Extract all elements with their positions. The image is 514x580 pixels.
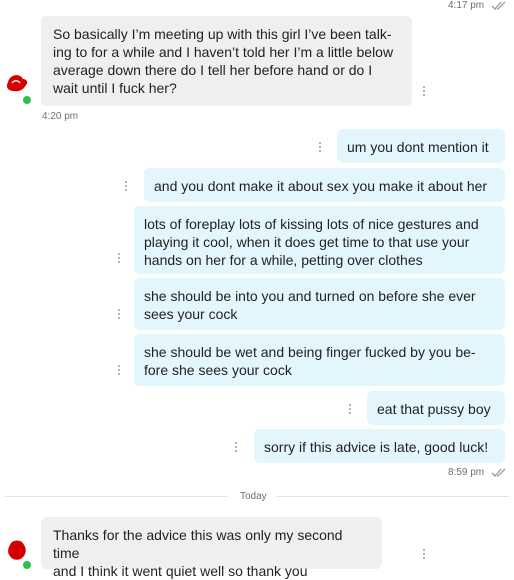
incoming-message-bubble[interactable]: So basically I’m meeting up with this gi… <box>41 16 412 106</box>
kebab-menu-icon[interactable] <box>114 251 124 265</box>
message-line: she should be wet and being finger fucke… <box>144 344 476 360</box>
message-text: and you dont make it about sex you make … <box>154 178 488 194</box>
message-line: Thanks for the advice this was only my s… <box>53 527 343 561</box>
divider-line-right <box>276 496 509 497</box>
outgoing-message-bubble[interactable]: she should be wet and being finger fucke… <box>134 334 505 386</box>
message-line: So basically I’m meeting up with this gi… <box>53 26 392 42</box>
kebab-menu-icon[interactable] <box>231 440 241 454</box>
message-line: sees your cock <box>144 306 238 322</box>
message-line: playing it cool, when it does get time t… <box>144 234 470 250</box>
online-dot-icon <box>21 559 33 571</box>
incoming-timestamp: 4:20 pm <box>42 111 79 122</box>
message-line: she should be into you and turned on bef… <box>144 288 476 304</box>
outgoing-message-bubble[interactable]: eat that pussy boy <box>367 391 505 425</box>
kebab-menu-icon[interactable] <box>419 547 429 561</box>
message-line: average down there do I tell her before … <box>53 62 373 78</box>
kebab-menu-icon[interactable] <box>114 363 124 377</box>
online-dot-icon <box>21 94 33 106</box>
message-line: hands on her for a while, petting over c… <box>144 252 423 268</box>
kebab-menu-icon[interactable] <box>114 307 124 321</box>
message-line: ing to for a while and I haven’t told he… <box>53 44 394 60</box>
message-text: sorry if this advice is late, good luck! <box>264 439 489 455</box>
read-check-icon <box>491 468 506 477</box>
outgoing-message-bubble[interactable]: lots of foreplay lots of kissing lots of… <box>134 206 505 274</box>
outgoing-timestamp: 8:59 pm <box>448 467 507 478</box>
message-line: lots of foreplay lots of kissing lots of… <box>144 216 479 232</box>
divider-line-left <box>5 496 228 497</box>
date-divider: Today <box>240 491 267 502</box>
message-line: and I think it went quiet well so thank … <box>53 563 308 579</box>
message-text: eat that pussy boy <box>377 401 491 417</box>
outgoing-message-bubble[interactable]: um you dont mention it <box>337 129 505 163</box>
kebab-menu-icon[interactable] <box>419 84 429 98</box>
outgoing-message-bubble[interactable]: she should be into you and turned on bef… <box>134 278 505 330</box>
message-text: um you dont mention it <box>347 139 489 155</box>
kebab-menu-icon[interactable] <box>315 140 325 154</box>
read-check-icon <box>491 1 506 10</box>
incoming-message-bubble[interactable]: Thanks for the advice this was only my s… <box>41 517 382 579</box>
timestamp-text: 8:59 pm <box>448 467 485 478</box>
message-line: wait until I fuck her? <box>53 80 177 96</box>
kebab-menu-icon[interactable] <box>345 402 355 416</box>
kebab-menu-icon[interactable] <box>121 179 131 193</box>
outgoing-message-bubble[interactable]: and you dont make it about sex you make … <box>144 168 505 202</box>
outgoing-message-bubble[interactable]: sorry if this advice is late, good luck! <box>254 429 505 463</box>
top-timestamp: 4:17 pm <box>448 0 507 11</box>
timestamp-text: 4:17 pm <box>448 0 485 11</box>
message-line: fore she sees your cock <box>144 362 292 378</box>
